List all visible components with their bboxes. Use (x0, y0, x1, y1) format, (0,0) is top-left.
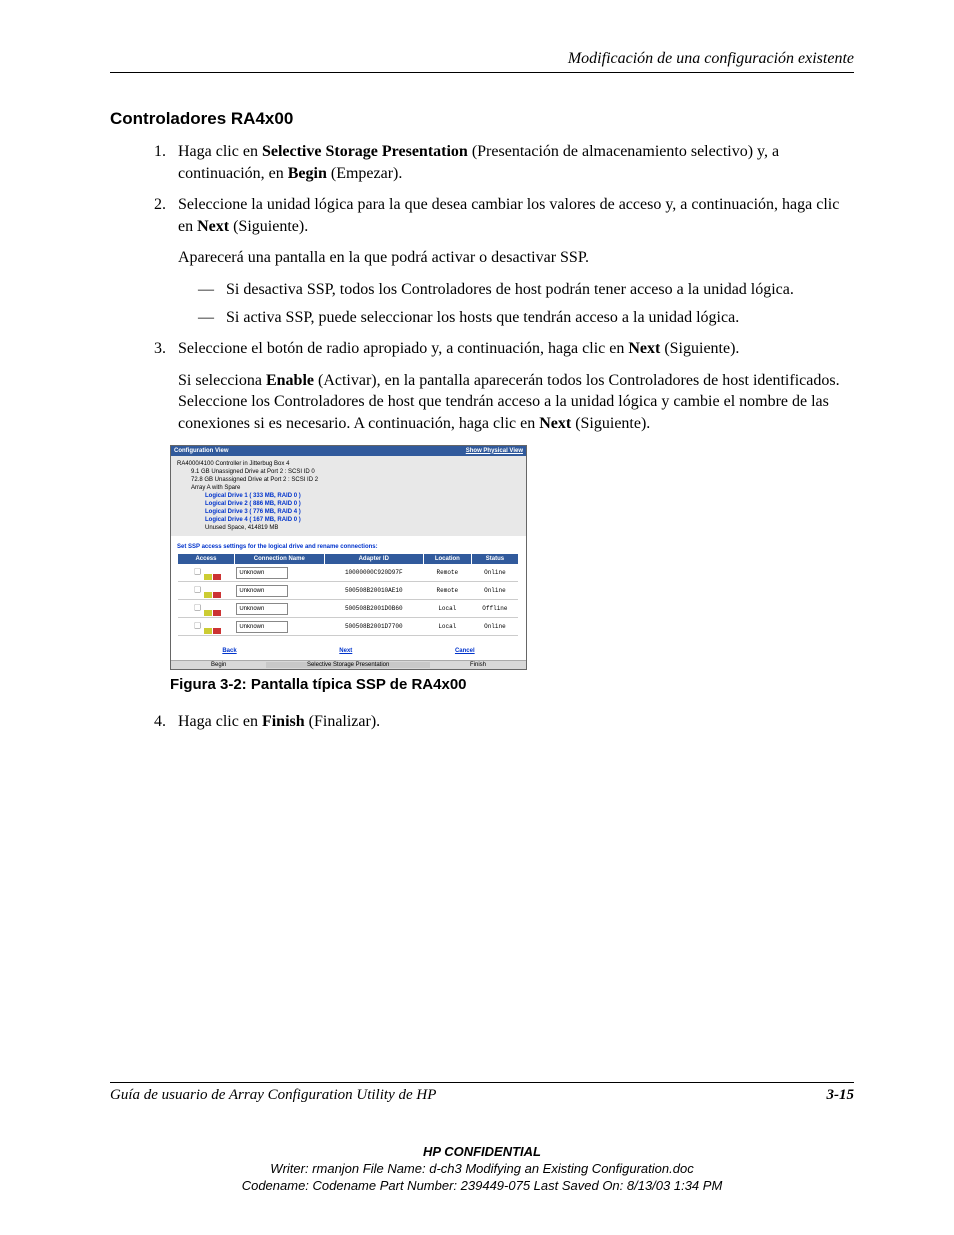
connection-name-input[interactable] (236, 621, 288, 633)
step2-dash2: Si activa SSP, puede seleccionar los hos… (198, 307, 854, 329)
table-row: 10000000C920D97F Remote Online (178, 564, 518, 582)
step-1: Haga clic en Selective Storage Presentat… (170, 141, 854, 184)
tree-ld1[interactable]: Logical Drive 1 ( 333 MB, RAID 0 ) (205, 493, 301, 499)
wizard-step-label: Selective Storage Presentation (266, 662, 430, 668)
status: Online (471, 564, 518, 582)
ssp-access-table: Access Connection Name Adapter ID Locati… (178, 554, 519, 636)
th-loc: Location (423, 554, 471, 564)
adapter-id: 500508B2001D7700 (324, 618, 423, 636)
confidential-codename: Codename: Codename Part Number: 239449-0… (110, 1178, 854, 1195)
host-icon (204, 592, 212, 598)
access-checkbox[interactable] (194, 569, 201, 576)
host-icon (213, 592, 221, 598)
step4-c: (Finalizar). (305, 713, 381, 730)
tree-unused: Unused Space, 414819 MB (177, 524, 520, 532)
table-row: 500508B2001D7700 Local Online (178, 618, 518, 636)
section-title: Controladores RA4x00 (110, 109, 854, 129)
step2-line1c: (Siguiente). (229, 218, 308, 235)
tree-drive-1: 9.1 GB Unassigned Drive at Port 2 : SCSI… (177, 468, 520, 476)
connection-name-input[interactable] (236, 603, 288, 615)
step3-pa: Si selecciona (178, 372, 266, 389)
back-link[interactable]: Back (222, 648, 236, 654)
th-access: Access (178, 554, 234, 564)
step1-pre: Haga clic en (178, 143, 262, 160)
next-link[interactable]: Next (339, 648, 352, 654)
connection-name-input[interactable] (236, 585, 288, 597)
host-icon (204, 574, 212, 580)
ssp-instruction: Set SSP access settings for the logical … (171, 536, 526, 554)
footer-right: 3-15 (827, 1087, 855, 1104)
cancel-link[interactable]: Cancel (455, 648, 475, 654)
access-checkbox[interactable] (194, 587, 201, 594)
step1-b2: Begin (288, 165, 327, 182)
step2-para: Aparecerá una pantalla en la que podrá a… (178, 247, 854, 269)
status: Online (471, 618, 518, 636)
step3-enable: Enable (266, 372, 314, 389)
step-2: Seleccione la unidad lógica para la que … (170, 194, 854, 328)
figure-3-2-screenshot: Configuration View Show Physical View RA… (170, 445, 527, 671)
step3-line1a: Seleccione el botón de radio apropiado y… (178, 340, 628, 357)
step3-pe: (Siguiente). (571, 415, 650, 432)
th-adapter: Adapter ID (324, 554, 423, 564)
host-icon (204, 610, 212, 616)
host-icon (204, 628, 212, 634)
begin-label: Begin (211, 662, 226, 668)
location: Local (423, 618, 471, 636)
step-4: Haga clic en Finish (Finalizar). (170, 711, 854, 733)
step3-line1c: (Siguiente). (660, 340, 739, 357)
adapter-id: 500508B2001D0B60 (324, 600, 423, 618)
tree-ld3[interactable]: Logical Drive 3 ( 776 MB, RAID 4 ) (205, 509, 301, 515)
step3-next1: Next (628, 340, 660, 357)
status: Online (471, 582, 518, 600)
confidential-writer: Writer: rmanjon File Name: d-ch3 Modifyi… (110, 1161, 854, 1178)
ss-header-left: Configuration View (174, 448, 229, 454)
tree-root: RA4000/4100 Controller in Jitterbug Box … (177, 460, 520, 468)
adapter-id: 500508B20010AE10 (324, 582, 423, 600)
location: Remote (423, 582, 471, 600)
step1-b1: Selective Storage Presentation (262, 143, 468, 160)
connection-name-input[interactable] (236, 567, 288, 579)
status: Offline (471, 600, 518, 618)
step1-post: (Empezar). (327, 165, 403, 182)
tree-drive-2: 72.8 GB Unassigned Drive at Port 2 : SCS… (177, 476, 520, 484)
footer-left: Guía de usuario de Array Configuration U… (110, 1087, 436, 1104)
show-physical-view-link[interactable]: Show Physical View (466, 448, 523, 454)
step4-a: Haga clic en (178, 713, 262, 730)
table-row: 500508B2001D0B60 Local Offline (178, 600, 518, 618)
location: Local (423, 600, 471, 618)
figure-caption: Figura 3-2: Pantalla típica SSP de RA4x0… (170, 676, 854, 693)
th-cname: Connection Name (234, 554, 324, 564)
host-icon (213, 628, 221, 634)
adapter-id: 10000000C920D97F (324, 564, 423, 582)
step3-next2: Next (539, 415, 571, 432)
location: Remote (423, 564, 471, 582)
step2-dash1: Si desactiva SSP, todos los Controladore… (198, 279, 854, 301)
tree-ld2[interactable]: Logical Drive 2 ( 886 MB, RAID 0 ) (205, 501, 301, 507)
confidential-block: HP CONFIDENTIAL Writer: rmanjon File Nam… (110, 1144, 854, 1195)
step4-finish: Finish (262, 713, 305, 730)
access-checkbox[interactable] (194, 623, 201, 630)
table-row: 500508B20010AE10 Remote Online (178, 582, 518, 600)
tree-ld4[interactable]: Logical Drive 4 ( 167 MB, RAID 0 ) (205, 517, 301, 523)
step2-next: Next (197, 218, 229, 235)
host-icon (213, 574, 221, 580)
confidential-title: HP CONFIDENTIAL (110, 1144, 854, 1161)
step-3: Seleccione el botón de radio apropiado y… (170, 338, 854, 434)
th-status: Status (471, 554, 518, 564)
page-header-section: Modificación de una configuración existe… (110, 50, 854, 68)
finish-label: Finish (470, 662, 486, 668)
tree-array-a: Array A with Spare (177, 484, 520, 492)
access-checkbox[interactable] (194, 605, 201, 612)
configuration-tree: RA4000/4100 Controller in Jitterbug Box … (171, 456, 526, 537)
host-icon (213, 610, 221, 616)
